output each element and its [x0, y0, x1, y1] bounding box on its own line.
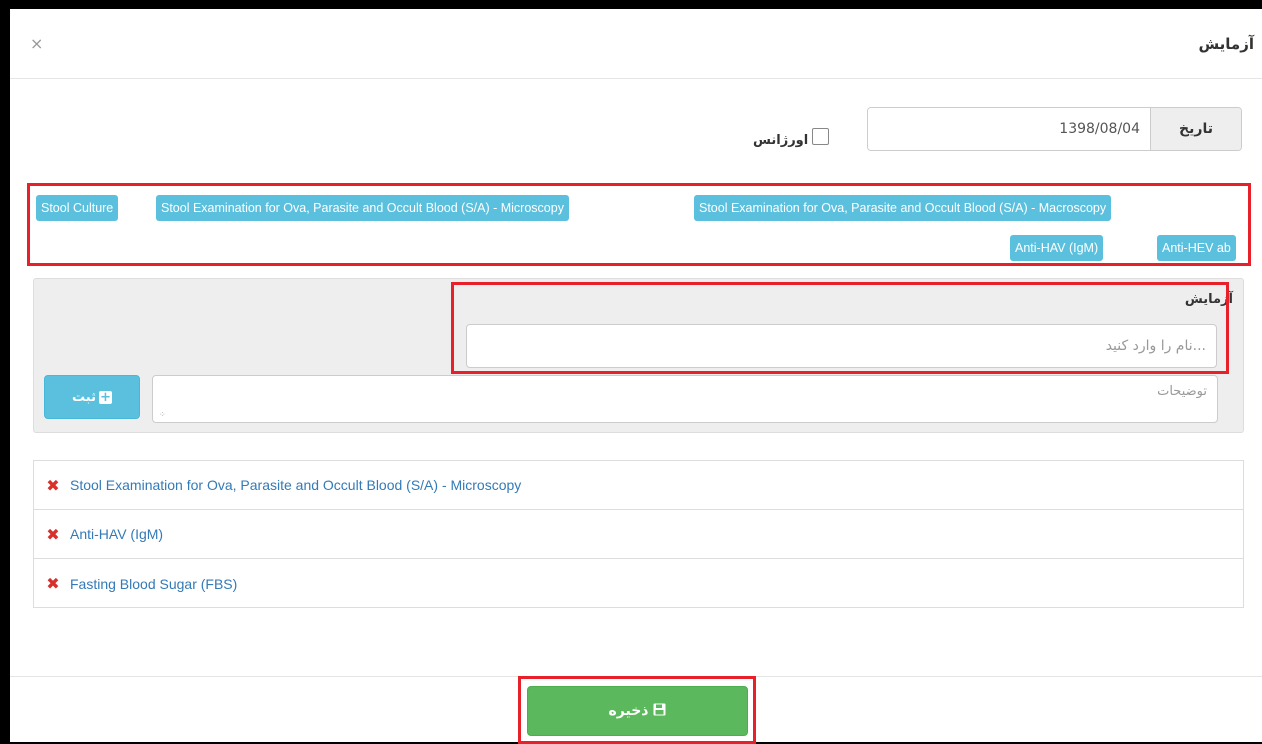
date-input[interactable] — [868, 108, 1150, 150]
list-item: ✖ Fasting Blood Sugar (FBS) — [34, 559, 1243, 608]
modal-header: آزمایش × — [10, 9, 1262, 79]
submit-label: ثبت — [72, 389, 96, 405]
close-icon[interactable]: × — [30, 34, 43, 53]
urgent-checkbox-group[interactable]: اورژانس — [753, 125, 830, 148]
date-input-group: تاریخ — [867, 107, 1242, 151]
description-textarea[interactable] — [152, 375, 1218, 423]
urgent-label: اورژانس — [753, 133, 809, 148]
plus-icon: + — [98, 389, 112, 405]
tag-button[interactable]: Stool Examination for Ova, Parasite and … — [156, 195, 569, 221]
test-item-label: Stool Examination for Ova, Parasite and … — [70, 477, 522, 493]
remove-icon[interactable]: ✖ — [40, 525, 66, 544]
test-modal: آزمایش × تاریخ اورژانس Stool Culture Sto… — [10, 9, 1262, 744]
save-button[interactable]: ذخیره — [527, 686, 748, 736]
resize-grip-icon[interactable]: ⁘ — [159, 410, 166, 419]
test-item-label: Anti-HAV (IgM) — [70, 526, 164, 542]
test-item-label: Fasting Blood Sugar (FBS) — [70, 575, 238, 592]
add-test-panel: آزمایش ⁘ + ثبت — [33, 278, 1244, 433]
modal-title: آزمایش — [1198, 35, 1254, 53]
tag-button[interactable]: Stool Culture — [36, 195, 119, 221]
submit-button[interactable]: + ثبت — [44, 375, 140, 419]
list-item: ✖ Stool Examination for Ova, Parasite an… — [34, 461, 1243, 510]
test-name-label: آزمایش — [1184, 292, 1233, 307]
save-label: ذخیره — [608, 703, 649, 719]
selected-tests-list: ✖ Stool Examination for Ova, Parasite an… — [33, 460, 1244, 608]
floppy-disk-icon — [653, 703, 666, 720]
remove-icon[interactable]: ✖ — [40, 574, 66, 593]
remove-icon[interactable]: ✖ — [40, 476, 66, 495]
tag-button[interactable]: Anti-HEV ab — [1157, 235, 1236, 261]
modal-footer: ذخیره — [10, 676, 1262, 743]
list-item: ✖ Anti-HAV (IgM) — [34, 510, 1243, 559]
urgent-checkbox[interactable] — [812, 128, 830, 145]
tag-button[interactable]: Anti-HAV (IgM) — [1010, 235, 1104, 261]
date-label: تاریخ — [1150, 108, 1241, 150]
test-name-input[interactable] — [466, 324, 1217, 368]
tag-button[interactable]: Stool Examination for Ova, Parasite and … — [694, 195, 1112, 221]
